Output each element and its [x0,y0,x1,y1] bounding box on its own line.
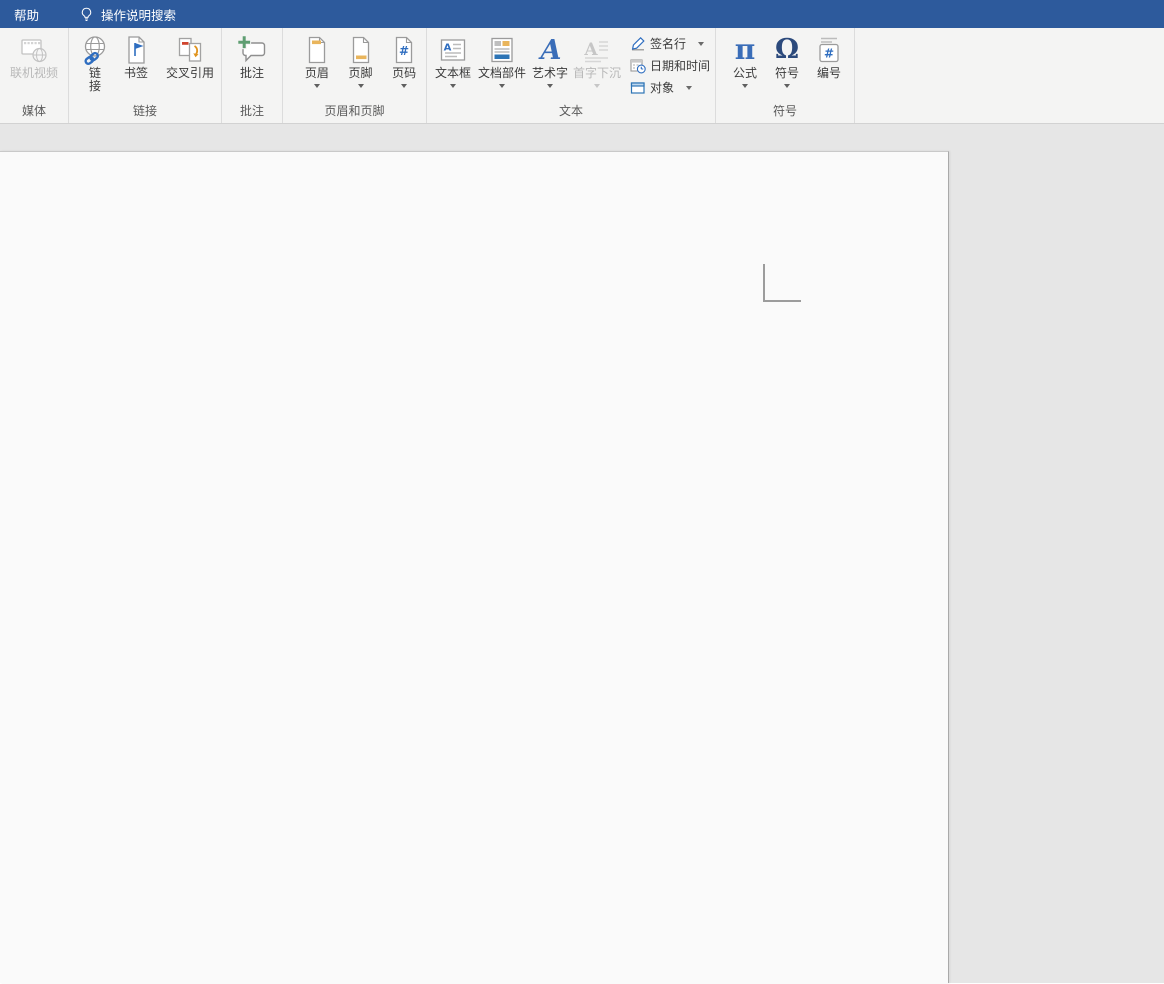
tab-help[interactable]: 帮助 [0,0,53,28]
online-video-icon [18,33,50,67]
group-text: A 文本框 文档部件 A [427,28,716,123]
chevron-down-icon [314,84,320,88]
footer-label: 页脚 [349,67,373,80]
document-page[interactable] [0,151,949,983]
symbol-label: 符号 [775,67,799,80]
date-time-label: 日期和时间 [650,59,710,74]
cross-reference-button[interactable]: 交叉引用 [159,28,221,80]
drop-cap-label: 首字下沉 [573,67,621,80]
bookmark-label: 书签 [124,67,148,80]
svg-text:#: # [399,44,409,58]
text-group-column: 签名行 日期和时间 [630,28,710,96]
link-button[interactable]: 链接 [77,28,113,93]
chevron-down-icon [499,84,505,88]
svg-text:#: # [824,47,834,61]
page-number-button[interactable]: # 页码 [382,28,426,88]
text-boundary-corner-mark-vertical [763,264,765,302]
date-time-button[interactable]: 日期和时间 [630,58,710,74]
group-symbols: π 公式 Ω 符号 # 编号 符号 [716,28,855,123]
signature-line-button[interactable]: 签名行 [630,36,710,52]
text-boundary-corner-mark-horizontal [763,300,801,302]
cross-reference-icon [174,33,206,67]
group-label-media: 媒体 [0,102,68,119]
group-label-links: 链接 [69,102,221,119]
online-video-label: 联机视频 [10,67,58,80]
chevron-down-icon [594,84,600,88]
group-links: 链接 书签 [69,28,222,123]
number-button[interactable]: # 编号 [808,28,850,80]
cross-reference-label: 交叉引用 [166,67,214,80]
svg-text:A: A [444,43,452,54]
wordart-label: 艺术字 [532,67,568,80]
equation-pi-icon: π [735,33,756,67]
tell-me-label: 操作说明搜索 [101,5,176,24]
tell-me-search[interactable]: 操作说明搜索 [79,5,176,24]
object-icon [630,80,646,96]
header-label: 页眉 [305,67,329,80]
online-video-button: 联机视频 [5,28,63,80]
drop-cap-icon: A [581,33,613,67]
chevron-down-icon [784,84,790,88]
footer-icon [345,33,377,67]
text-box-icon: A [437,33,469,67]
group-comments: 批注 批注 [222,28,283,123]
equation-button[interactable]: π 公式 [724,28,766,88]
chevron-down-icon [450,84,456,88]
footer-button[interactable]: 页脚 [339,28,383,88]
bookmark-icon [120,33,152,67]
wordart-button[interactable]: A 艺术字 [529,28,571,88]
link-label: 链接 [88,67,102,93]
chevron-down-icon [686,86,692,90]
comment-label: 批注 [240,67,264,80]
quick-parts-button[interactable]: 文档部件 [475,28,529,88]
object-label: 对象 [650,81,674,96]
chevron-down-icon [401,84,407,88]
chevron-down-icon [698,42,704,46]
group-label-comments: 批注 [222,102,282,119]
quick-parts-icon [486,33,518,67]
quick-parts-label: 文档部件 [478,67,526,80]
group-media: 联机视频 媒体 [0,28,69,123]
page-number-icon: # [388,33,420,67]
object-button[interactable]: 对象 [630,80,710,96]
drop-cap-button: A 首字下沉 [571,28,623,88]
text-box-button[interactable]: A 文本框 [431,28,475,88]
group-header-footer: 页眉 页脚 # 页码 [283,28,427,123]
wordart-icon: A [534,33,566,67]
header-button[interactable]: 页眉 [295,28,339,88]
svg-text:A: A [583,40,598,60]
link-icon [79,33,111,67]
signature-line-label: 签名行 [650,37,686,52]
text-box-label: 文本框 [435,67,471,80]
title-bar: 帮助 操作说明搜索 [0,0,1164,28]
group-label-text: 文本 [427,102,715,119]
number-icon: # [813,33,845,67]
ribbon-insert-tab: 联机视频 媒体 链接 [0,28,1164,124]
group-label-symbols: 符号 [716,102,854,119]
chevron-down-icon [358,84,364,88]
svg-text:A: A [538,35,562,66]
symbol-button[interactable]: Ω 符号 [766,28,808,88]
signature-line-icon [630,36,646,52]
lightbulb-icon [79,7,94,22]
date-time-icon [630,58,646,74]
document-canvas [0,124,1164,983]
chevron-down-icon [547,84,553,88]
comment-button[interactable]: 批注 [228,28,276,80]
chevron-down-icon [742,84,748,88]
bookmark-button[interactable]: 书签 [113,28,159,80]
comment-icon [236,33,268,67]
group-label-header-footer: 页眉和页脚 [283,102,426,119]
number-label: 编号 [817,67,841,80]
symbol-omega-icon: Ω [775,33,799,67]
equation-label: 公式 [733,67,757,80]
header-icon [301,33,333,67]
page-number-label: 页码 [392,67,416,80]
